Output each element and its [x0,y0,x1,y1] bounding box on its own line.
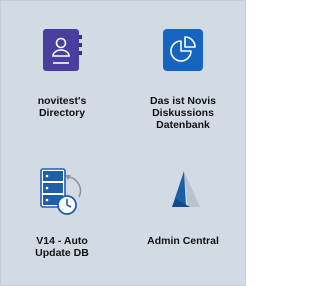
app-tile-label: Das ist Novis Diskussions Datenbank [150,95,216,131]
admin-logo-icon [172,171,200,207]
app-tile-label: V14 - Auto Update DB [35,235,89,259]
server-clock-icon [40,168,82,215]
app-tile-diskussion[interactable]: Das ist Novis Diskussions Datenbank [128,27,238,157]
pie-chart-icon [163,29,203,71]
app-tile-label: novitest's Directory [37,95,87,119]
app-tile-admin-central[interactable]: Admin Central [128,167,238,277]
app-launcher-panel: novitest's Directory Das ist Novis Disku… [0,0,246,286]
app-tile-directory[interactable]: novitest's Directory [7,27,117,147]
directory-book-icon [43,29,82,71]
app-tile-label: Admin Central [147,235,219,247]
app-tile-auto-update[interactable]: V14 - Auto Update DB [7,167,117,277]
